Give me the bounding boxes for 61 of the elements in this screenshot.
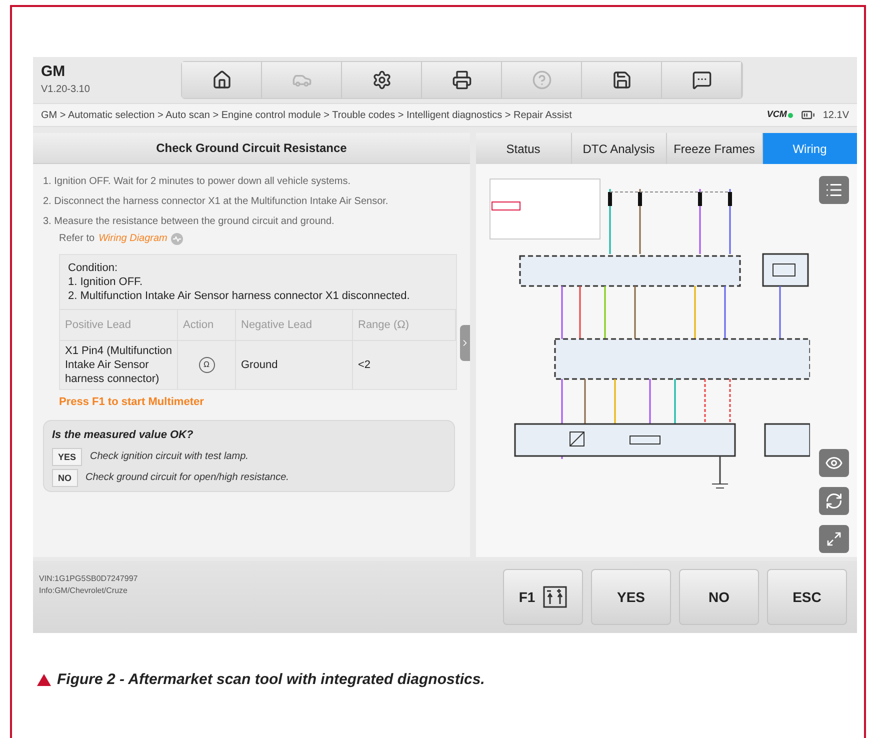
- version-label: V1.20-3.10: [41, 82, 91, 97]
- column-header: Action: [178, 309, 236, 340]
- collapse-handle[interactable]: [460, 325, 470, 361]
- triangle-icon: [37, 674, 51, 686]
- condition-line: 1. Ignition OFF.: [68, 275, 144, 289]
- tab[interactable]: DTC Analysis: [572, 133, 667, 164]
- probe-icon: [543, 586, 568, 608]
- fullscreen-button[interactable]: [819, 525, 849, 553]
- condition-line: 2. Multifunction Intake Air Sensor harness connector X1 disconnected.: [68, 289, 411, 303]
- condition-line: Condition:: [68, 261, 119, 275]
- answer-tag: NO: [52, 469, 78, 487]
- list-icon: [825, 181, 843, 199]
- save-icon: [612, 70, 632, 90]
- column-header: Range (Ω): [353, 309, 456, 340]
- waveform-icon: [171, 233, 184, 245]
- breadcrumb: GM > Automatic selection > Auto scan > Engine control module > Trouble codes > Intelligent diagnostics > Repair Assist: [41, 108, 572, 122]
- answer-text: Check ignition circuit with test lamp.: [90, 450, 248, 464]
- column-header: Negative Lead: [236, 309, 353, 340]
- view-button[interactable]: [819, 449, 849, 477]
- home-icon: [212, 70, 232, 90]
- home-button[interactable]: [182, 62, 262, 98]
- answer-tag: YES: [52, 448, 82, 466]
- settings-button[interactable]: [342, 62, 422, 98]
- expand-icon: [826, 531, 842, 547]
- print-icon: [452, 70, 472, 90]
- voltage-reading: 12.1V: [822, 108, 849, 122]
- help-icon: [532, 70, 552, 90]
- eye-icon: [825, 454, 843, 472]
- list-button[interactable]: [819, 176, 849, 204]
- save-button[interactable]: [582, 62, 662, 98]
- figure-caption: Figure 2 - Aftermarket scan tool with integrated diagnostics.: [57, 670, 485, 690]
- instruction-step: 3. Measure the resistance between the ground circuit and ground.: [43, 212, 460, 232]
- instruction-step: 1. Ignition OFF. Wait for 2 minutes to power down all vehicle systems.: [43, 172, 460, 192]
- panel-title: Check Ground Circuit Resistance: [156, 140, 347, 157]
- function-key[interactable]: NO: [679, 569, 759, 625]
- vcm-status: VCM: [766, 108, 793, 122]
- function-key[interactable]: ESC: [767, 569, 847, 625]
- function-key[interactable]: F1: [503, 569, 583, 625]
- message-icon: [692, 70, 712, 90]
- multimeter-hint: Press F1 to start Multimeter: [59, 395, 205, 410]
- table-cell-text: <2: [358, 358, 371, 373]
- battery-icon: [800, 108, 815, 122]
- tab[interactable]: Status: [476, 133, 572, 164]
- vehicle-info: Info:GM/Chevrolet/Cruze: [39, 585, 128, 597]
- message-button[interactable]: [662, 62, 742, 98]
- settings-icon: [372, 70, 392, 90]
- ohm-button[interactable]: Ω: [198, 357, 214, 373]
- question-text: Is the measured value OK?: [52, 428, 194, 443]
- table-cell: X1 Pin4 (Multifunction Intake Air Sensor harness connector): [60, 340, 178, 389]
- refresh-button[interactable]: [819, 487, 849, 515]
- app-title: GM: [41, 63, 66, 82]
- column-header: Positive Lead: [60, 309, 178, 340]
- vin-label: VIN:1G1PG5SB0D7247997: [39, 573, 139, 585]
- refresh-icon: [825, 492, 843, 510]
- answer-text: Check ground circuit for open/high resistance.: [86, 471, 289, 485]
- tab[interactable]: Freeze Frames: [667, 133, 762, 164]
- instruction-step: 2. Disconnect the harness connector X1 at the Multifunction Intake Air Sensor.: [43, 192, 460, 212]
- table-cell-text: Ground: [241, 358, 278, 373]
- print-button[interactable]: [422, 62, 502, 98]
- function-key[interactable]: YES: [591, 569, 671, 625]
- refer-text: Refer to: [59, 232, 95, 246]
